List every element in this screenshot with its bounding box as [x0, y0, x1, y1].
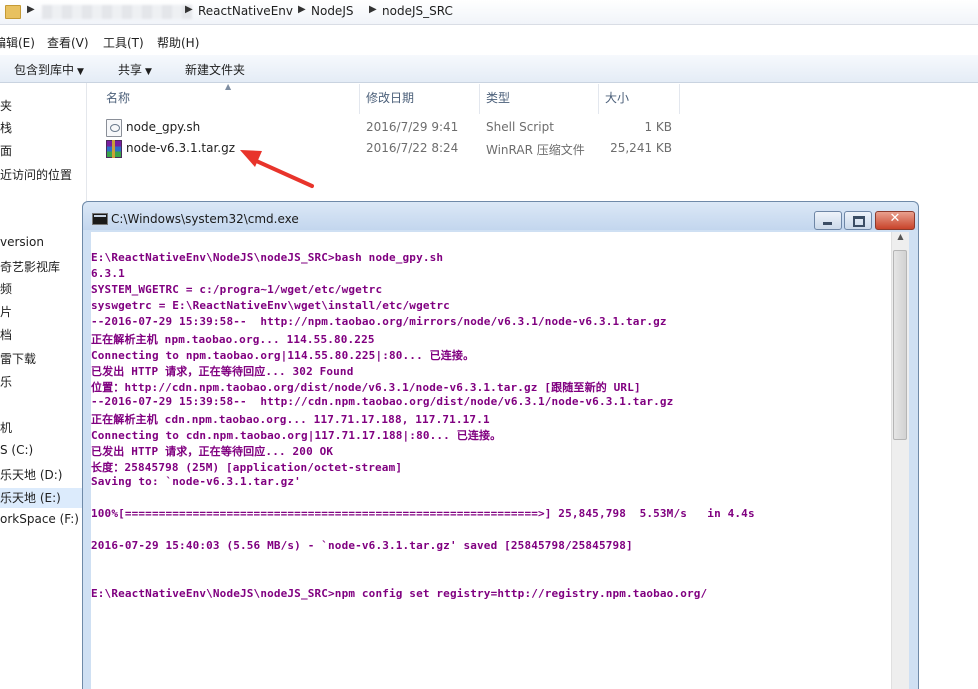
cmd-title-bar[interactable]: C:\Windows\system32\cmd.exe ✕: [83, 202, 918, 230]
console-line: Connecting to cdn.npm.taobao.org|117.71.…: [91, 429, 502, 442]
console-line: 长度：25845798 (25M) [application/octet-str…: [91, 461, 403, 474]
close-icon: ✕: [889, 211, 901, 226]
console-icon: [92, 213, 108, 225]
cmd-title: C:\Windows\system32\cmd.exe: [111, 212, 299, 226]
console-line: E:\ReactNativeEnv\NodeJS\nodeJS_SRC>npm …: [91, 587, 708, 600]
scroll-up-icon[interactable]: ▲: [892, 232, 909, 248]
arrow-head: [240, 150, 262, 167]
console-line: --2016-07-29 15:39:58-- http://npm.taoba…: [91, 315, 667, 328]
console-line: 正在解析主机 npm.taobao.org... 114.55.80.225: [91, 333, 375, 346]
maximize-icon: [853, 216, 865, 227]
console-line: E:\ReactNativeEnv\NodeJS\nodeJS_SRC>bash…: [91, 251, 444, 264]
console-line: 已发出 HTTP 请求，正在等待回应... 302 Found: [91, 365, 354, 378]
cmd-window: C:\Windows\system32\cmd.exe ✕ ▲ E:\React…: [82, 201, 919, 689]
maximize-button[interactable]: [844, 211, 872, 230]
arrow-shaft: [250, 157, 314, 188]
console-output[interactable]: ▲ E:\ReactNativeEnv\NodeJS\nodeJS_SRC>ba…: [91, 232, 909, 689]
console-line: syswgetrc = E:\ReactNativeEnv\wget\insta…: [91, 299, 450, 312]
close-button[interactable]: ✕: [875, 211, 915, 230]
minimize-button[interactable]: [814, 211, 842, 230]
console-line: --2016-07-29 15:39:58-- http://cdn.npm.t…: [91, 395, 674, 408]
console-line: 6.3.1: [91, 267, 125, 280]
console-line: SYSTEM_WGETRC = c:/progra~1/wget/etc/wge…: [91, 283, 383, 296]
console-line: 2016-07-29 15:40:03 (5.56 MB/s) - `node-…: [91, 539, 633, 552]
minimize-icon: [823, 222, 832, 225]
console-line: 已发出 HTTP 请求，正在等待回应... 200 OK: [91, 445, 334, 458]
console-line: 位置：http://cdn.npm.taobao.org/dist/node/v…: [91, 381, 641, 394]
scroll-thumb[interactable]: [893, 250, 907, 440]
console-line: Saving to: `node-v6.3.1.tar.gz': [91, 475, 301, 488]
console-line: Connecting to npm.taobao.org|114.55.80.2…: [91, 349, 475, 362]
vertical-scrollbar[interactable]: ▲: [891, 232, 909, 689]
console-line: 正在解析主机 cdn.npm.taobao.org... 117.71.17.1…: [91, 413, 490, 426]
console-line: 100%[===================================…: [91, 507, 755, 520]
